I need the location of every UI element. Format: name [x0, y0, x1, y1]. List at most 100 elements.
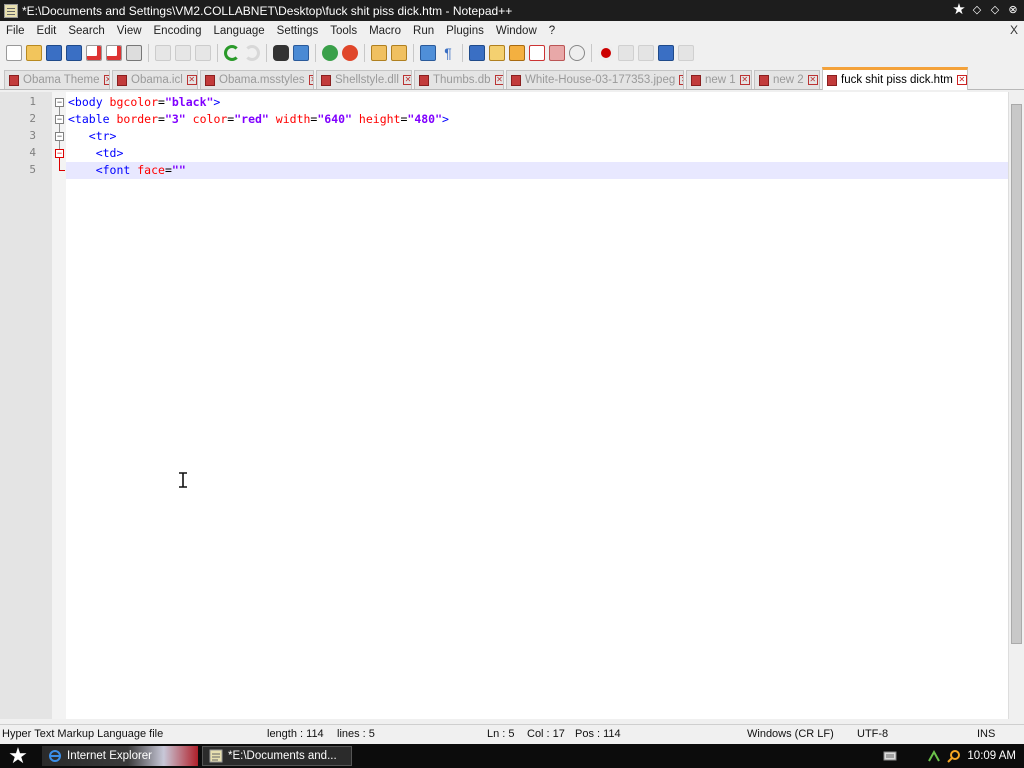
- tab-active-document[interactable]: fuck shit piss dick.htm ✕: [822, 67, 968, 90]
- fold-toggle-icon[interactable]: −: [55, 115, 64, 124]
- maximize-button[interactable]: ◇: [988, 2, 1002, 16]
- tab-new-1[interactable]: new 1 ✕: [686, 70, 752, 89]
- print-icon[interactable]: [126, 45, 142, 61]
- indent-guide-icon[interactable]: [469, 45, 485, 61]
- fold-toggle-icon[interactable]: −: [55, 149, 64, 158]
- run-macro-multiple-icon[interactable]: [658, 45, 674, 61]
- folder-workspace-icon[interactable]: [549, 45, 565, 61]
- tab-obama-msstyles[interactable]: Obama.msstyles ✕: [200, 70, 314, 89]
- start-button[interactable]: ★: [4, 745, 32, 767]
- menu-plugins[interactable]: Plugins: [440, 25, 490, 37]
- menu-help[interactable]: ?: [543, 25, 561, 37]
- taskbar-item-internet-explorer[interactable]: Internet Explorer: [42, 746, 198, 766]
- tab-close-icon[interactable]: ✕: [956, 75, 967, 85]
- line-number: 1: [29, 95, 36, 108]
- save-all-icon[interactable]: [66, 45, 82, 61]
- zoom-in-icon[interactable]: [322, 45, 338, 61]
- status-encoding[interactable]: UTF-8: [857, 728, 888, 740]
- editor-area[interactable]: 1 2 3 4 5 − − − − <body bgcolor="black">…: [0, 92, 1024, 719]
- tab-close-icon[interactable]: ✕: [103, 75, 109, 85]
- fold-toggle-icon[interactable]: −: [55, 132, 64, 141]
- tab-white-house-jpeg[interactable]: White-House-03-177353.jpeg ✕: [506, 70, 684, 89]
- network-icon[interactable]: [927, 749, 941, 763]
- sync-vertical-icon[interactable]: [371, 45, 387, 61]
- menu-run[interactable]: Run: [407, 25, 440, 37]
- record-macro-icon[interactable]: [598, 45, 614, 61]
- status-eol-format[interactable]: Windows (CR LF): [747, 728, 834, 740]
- find-icon[interactable]: [273, 45, 289, 61]
- tab-close-icon[interactable]: ✕: [807, 75, 818, 85]
- taskbar-item-notepad[interactable]: *E:\Documents and...: [202, 746, 352, 766]
- function-list-icon[interactable]: [529, 45, 545, 61]
- tab-close-icon[interactable]: ✕: [494, 75, 503, 85]
- close-document-button[interactable]: X: [1010, 23, 1018, 37]
- tab-close-icon[interactable]: ✕: [308, 75, 313, 85]
- code-line[interactable]: <td>: [68, 145, 124, 162]
- file-icon: [117, 74, 127, 86]
- monitoring-icon[interactable]: [569, 45, 585, 61]
- toolbar-separator: [266, 44, 267, 62]
- word-wrap-icon[interactable]: [420, 45, 436, 61]
- star-icon[interactable]: ★: [952, 1, 966, 18]
- search-icon[interactable]: [947, 749, 961, 763]
- menu-encoding[interactable]: Encoding: [148, 25, 208, 37]
- close-file-icon[interactable]: [86, 45, 102, 61]
- tab-label: Obama Theme: [23, 74, 100, 86]
- undo-icon[interactable]: [224, 45, 240, 61]
- menu-view[interactable]: View: [111, 25, 148, 37]
- redo-icon[interactable]: [244, 45, 260, 61]
- new-file-icon[interactable]: [6, 45, 22, 61]
- fold-toggle-icon[interactable]: −: [55, 98, 64, 107]
- replace-icon[interactable]: [293, 45, 309, 61]
- minimize-button[interactable]: ◇: [970, 2, 984, 16]
- menu-edit[interactable]: Edit: [31, 25, 63, 37]
- toolbar-separator: [364, 44, 365, 62]
- tab-obama-theme[interactable]: Obama Theme ✕: [4, 70, 110, 89]
- code-line[interactable]: <tr>: [68, 128, 117, 145]
- cut-icon[interactable]: [155, 45, 171, 61]
- menu-file[interactable]: File: [0, 25, 31, 37]
- keyboard-icon[interactable]: [883, 750, 897, 762]
- tab-close-icon[interactable]: ✕: [679, 75, 683, 85]
- show-all-chars-icon[interactable]: ¶: [440, 45, 456, 61]
- close-all-icon[interactable]: [106, 45, 122, 61]
- close-button[interactable]: ⊗: [1006, 2, 1020, 16]
- zoom-out-icon[interactable]: [342, 45, 358, 61]
- save-macro-icon[interactable]: [678, 45, 694, 61]
- tab-close-icon[interactable]: ✕: [186, 75, 197, 85]
- vertical-scrollbar[interactable]: [1008, 92, 1024, 719]
- tab-shellstyle-dll[interactable]: Shellstyle.dll ✕: [316, 70, 412, 89]
- scrollbar-thumb[interactable]: [1011, 104, 1022, 644]
- open-file-icon[interactable]: [26, 45, 42, 61]
- tab-close-icon[interactable]: ✕: [739, 75, 750, 85]
- tab-close-icon[interactable]: ✕: [402, 75, 411, 85]
- tab-obama-icl[interactable]: Obama.icl ✕: [112, 70, 198, 89]
- code-line[interactable]: <font face="": [68, 162, 186, 179]
- user-lang-icon[interactable]: [489, 45, 505, 61]
- line-number: 4: [29, 146, 36, 159]
- code-line[interactable]: <body bgcolor="black">: [68, 94, 220, 111]
- save-icon[interactable]: [46, 45, 62, 61]
- play-macro-icon[interactable]: [638, 45, 654, 61]
- clock[interactable]: 10:09 AM: [967, 750, 1016, 762]
- stop-macro-icon[interactable]: [618, 45, 634, 61]
- notepad-app-icon[interactable]: [4, 3, 18, 18]
- taskbar-item-label: *E:\Documents and...: [228, 750, 337, 762]
- menu-window[interactable]: Window: [490, 25, 543, 37]
- tab-new-2[interactable]: new 2 ✕: [754, 70, 820, 89]
- code-token: <body: [68, 95, 110, 109]
- doc-map-icon[interactable]: [509, 45, 525, 61]
- sync-horizontal-icon[interactable]: [391, 45, 407, 61]
- menu-settings[interactable]: Settings: [271, 25, 325, 37]
- menu-search[interactable]: Search: [62, 25, 110, 37]
- code-line[interactable]: <table border="3" color="red" width="640…: [68, 111, 449, 128]
- menu-language[interactable]: Language: [207, 25, 270, 37]
- menu-tools[interactable]: Tools: [324, 25, 363, 37]
- copy-icon[interactable]: [175, 45, 191, 61]
- status-insert-mode[interactable]: INS: [977, 728, 995, 740]
- file-icon: [759, 74, 769, 86]
- paste-icon[interactable]: [195, 45, 211, 61]
- menu-macro[interactable]: Macro: [363, 25, 407, 37]
- code-token: height: [358, 112, 401, 126]
- tab-thumbs-db[interactable]: Thumbs.db ✕: [414, 70, 504, 89]
